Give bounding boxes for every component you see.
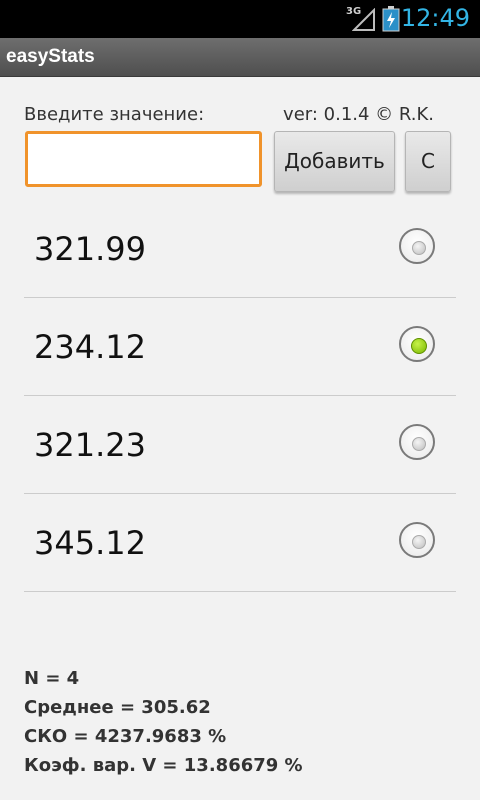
list-item-value: 321.99 [34, 230, 146, 268]
list-item-value: 234.12 [34, 328, 146, 366]
version-label: ver: 0.1.4 © R.K. [283, 104, 434, 125]
signal-icon [352, 8, 375, 31]
radio-button[interactable] [399, 424, 435, 460]
input-label: Введите значение: [24, 104, 205, 125]
radio-button[interactable] [399, 522, 435, 558]
list-item[interactable]: 321.23 [24, 396, 456, 494]
value-input[interactable] [25, 131, 262, 187]
stat-mean: Среднее = 305.62 [24, 697, 211, 718]
add-button[interactable]: Добавить [274, 131, 395, 192]
list-item[interactable]: 321.99 [24, 200, 456, 298]
battery-charging-icon [382, 6, 400, 32]
list-item[interactable]: 234.12 [24, 298, 456, 396]
radio-button[interactable] [399, 326, 435, 362]
status-bar: 3G 12:49 [0, 0, 480, 38]
stat-cv: Коэф. вар. V = 13.86679 % [24, 755, 303, 776]
status-time: 12:49 [400, 4, 470, 32]
radio-dot-icon [412, 437, 426, 451]
radio-button[interactable] [399, 228, 435, 264]
app-title: easyStats [6, 46, 95, 67]
radio-dot-icon [412, 241, 426, 255]
list-item[interactable]: 345.12 [24, 494, 456, 592]
stats-panel: N = 4 Среднее = 305.62 СКО = 4237.9683 %… [24, 664, 303, 780]
list-item-value: 321.23 [34, 426, 146, 464]
list-item-value: 345.12 [34, 524, 146, 562]
stat-n: N = 4 [24, 668, 80, 689]
radio-dot-icon [412, 535, 426, 549]
title-bar: easyStats [0, 38, 480, 77]
values-list: 321.99 234.12 321.23 345.12 [24, 200, 456, 592]
clear-button[interactable]: C [405, 131, 451, 192]
stat-sko: СКО = 4237.9683 % [24, 726, 227, 747]
radio-dot-icon [411, 338, 427, 354]
